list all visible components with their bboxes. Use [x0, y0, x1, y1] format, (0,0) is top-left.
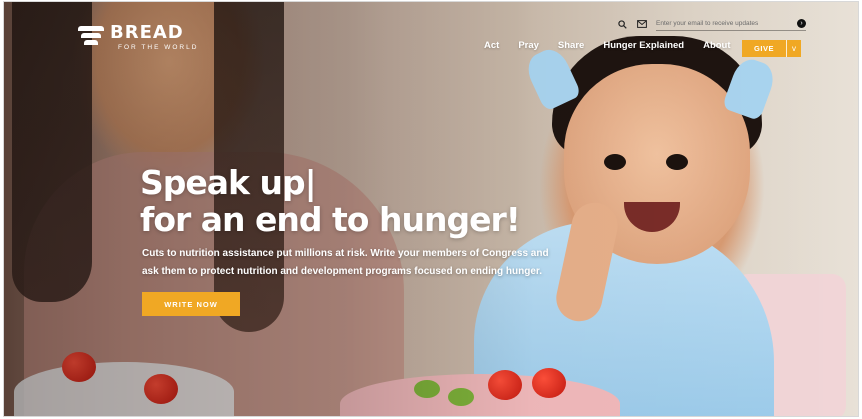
mail-icon [636, 18, 648, 30]
site-logo[interactable]: BREAD FOR THE WORLD [78, 24, 198, 51]
logo-text: BREAD FOR THE WORLD [110, 22, 199, 52]
nav-item-hunger-explained[interactable]: Hunger Explained [603, 40, 684, 51]
page-frame: BREAD FOR THE WORLD › Act Pray Share Hun… [3, 1, 859, 417]
email-signup: › [656, 17, 806, 31]
hero-body: Cuts to nutrition assistance put million… [142, 248, 549, 277]
nav-item-act[interactable]: Act [484, 40, 499, 51]
chevron-down-icon[interactable]: v [786, 40, 801, 57]
nav-item-about[interactable]: About [703, 40, 730, 51]
headline-line-1: Speak up| [140, 163, 317, 202]
logo-tagline: FOR THE WORLD [118, 44, 199, 51]
email-input[interactable] [656, 20, 786, 27]
nav-item-share[interactable]: Share [558, 40, 584, 51]
give-control: GIVE v [742, 40, 801, 57]
give-button[interactable]: GIVE [742, 40, 786, 57]
utility-bar: › [616, 17, 806, 31]
nav-item-pray[interactable]: Pray [518, 40, 539, 51]
arrow-right-icon[interactable]: › [797, 19, 806, 28]
main-nav: Act Pray Share Hunger Explained About [484, 40, 750, 51]
logo-wordmark: BREAD [110, 22, 184, 43]
write-now-button[interactable]: WRITE NOW [142, 292, 240, 316]
hero-headline: Speak up| for an end to hunger! [140, 163, 521, 239]
search-icon[interactable] [616, 18, 628, 30]
bread-logo-icon [78, 24, 104, 46]
headline-line-2: for an end to hunger! [140, 200, 521, 239]
